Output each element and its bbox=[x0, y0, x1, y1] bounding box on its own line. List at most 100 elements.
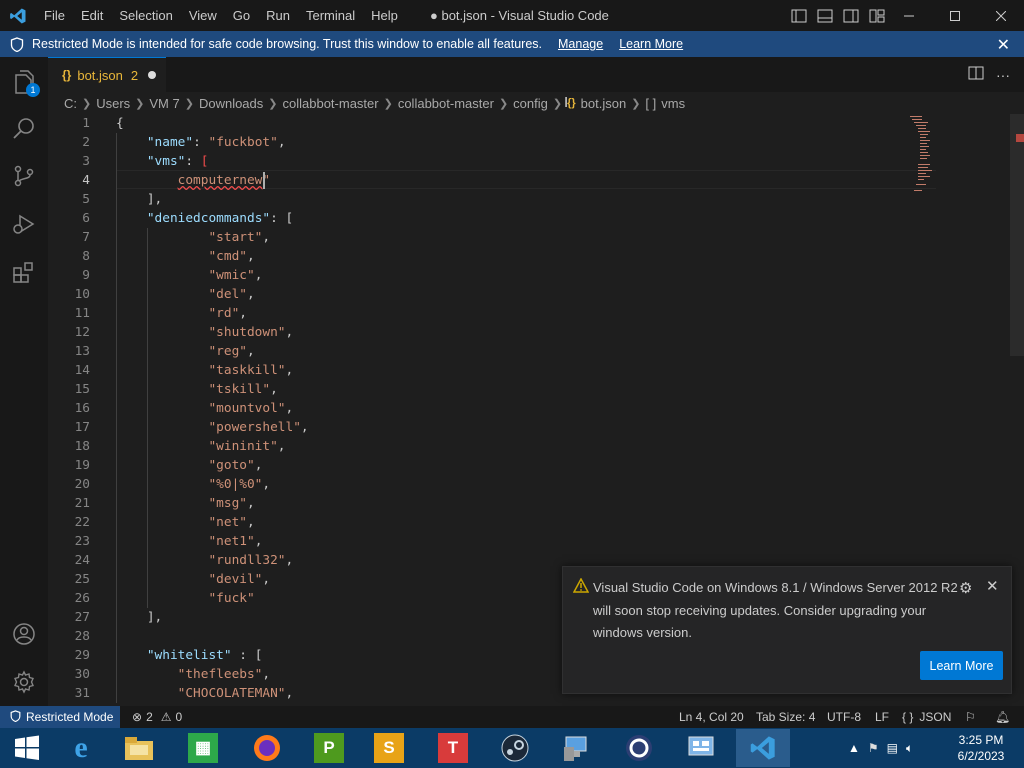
language-label: JSON bbox=[919, 710, 952, 724]
code-line: "name": "fuckbot", bbox=[116, 135, 286, 150]
breadcrumb-vm7[interactable]: VM 7 bbox=[149, 96, 179, 111]
punctuation: , bbox=[262, 230, 271, 245]
window-title: ● bot.json - Visual Studio Code bbox=[430, 8, 609, 23]
line-number: 7 bbox=[82, 230, 90, 245]
vscode-logo-icon bbox=[0, 0, 36, 31]
editor-tabs: {} bot.json 2 ··· bbox=[48, 57, 1024, 92]
todo-icon[interactable]: T bbox=[426, 729, 480, 767]
control-panel-icon[interactable] bbox=[674, 729, 728, 767]
volume-muted-icon[interactable]: 🔈︎ bbox=[906, 741, 913, 756]
menu-help[interactable]: Help bbox=[363, 0, 406, 31]
encoding[interactable]: UTF-8 bbox=[827, 706, 861, 728]
close-window-icon[interactable] bbox=[978, 0, 1024, 31]
internet-explorer-icon[interactable]: e bbox=[54, 729, 108, 767]
punctuation: , bbox=[246, 344, 255, 359]
line-number: 13 bbox=[74, 344, 90, 359]
notification-settings-icon[interactable]: ⚙ bbox=[959, 579, 972, 597]
learn-more-link[interactable]: Learn More bbox=[619, 37, 683, 51]
punctuation: , bbox=[246, 496, 255, 511]
run-debug-icon[interactable] bbox=[0, 201, 48, 247]
accounts-icon[interactable] bbox=[0, 611, 48, 657]
feedback-icon[interactable]: ⚐ bbox=[965, 706, 976, 728]
network-icon[interactable]: ▤ bbox=[887, 741, 898, 755]
action-center-flag-icon[interactable]: ⚑ bbox=[868, 741, 879, 755]
restricted-mode-status[interactable]: Restricted Mode bbox=[0, 706, 120, 728]
punctuation: ], bbox=[116, 610, 163, 625]
punctuation bbox=[116, 686, 178, 701]
publisher-icon[interactable]: P bbox=[302, 729, 356, 767]
error-icon: ⊗ bbox=[132, 710, 143, 724]
toggle-primary-sidebar-icon[interactable] bbox=[786, 9, 812, 23]
breadcrumb-collabbot[interactable]: collabbot-master bbox=[283, 96, 379, 111]
breadcrumb-downloads[interactable]: Downloads bbox=[199, 96, 263, 111]
problems-status[interactable]: ⊗ 2 ⚠ 0 bbox=[132, 706, 182, 728]
punctuation: , bbox=[254, 268, 263, 283]
explorer-badge: 1 bbox=[26, 83, 40, 97]
menu-view[interactable]: View bbox=[181, 0, 225, 31]
toggle-panel-icon[interactable] bbox=[812, 9, 838, 23]
tab-bot-json[interactable]: {} bot.json 2 bbox=[48, 57, 166, 92]
json-string: "wininit" bbox=[208, 439, 278, 454]
cursor-position[interactable]: Ln 4, Col 20 bbox=[679, 706, 744, 728]
menu-terminal[interactable]: Terminal bbox=[298, 0, 363, 31]
explorer-icon[interactable]: 1 bbox=[0, 59, 48, 105]
menu-selection[interactable]: Selection bbox=[111, 0, 180, 31]
punctuation: , bbox=[285, 325, 294, 340]
breadcrumb-config[interactable]: config bbox=[513, 96, 548, 111]
close-banner-icon[interactable]: ✕ bbox=[997, 35, 1010, 55]
source-control-icon[interactable] bbox=[0, 153, 48, 199]
json-string: "net" bbox=[208, 515, 247, 530]
notification-close-icon[interactable]: ✕ bbox=[986, 577, 999, 595]
remote-desktop-icon[interactable] bbox=[550, 729, 604, 767]
warning-icon bbox=[572, 577, 590, 596]
breadcrumb-users[interactable]: Users bbox=[96, 96, 130, 111]
breadcrumb-drive[interactable]: C: bbox=[64, 96, 77, 111]
clock[interactable]: 3:25 PM 6/2/2023 bbox=[948, 732, 1014, 764]
json-string: "fuck" bbox=[208, 591, 255, 606]
firefox-icon[interactable] bbox=[240, 729, 294, 767]
search-icon[interactable] bbox=[0, 105, 48, 151]
toggle-secondary-sidebar-icon[interactable] bbox=[838, 9, 864, 23]
learn-more-button[interactable]: Learn More bbox=[920, 651, 1003, 680]
unsaved-dot-icon[interactable] bbox=[148, 71, 157, 79]
menu-go[interactable]: Go bbox=[225, 0, 258, 31]
menu-run[interactable]: Run bbox=[258, 0, 298, 31]
store-icon[interactable]: ▦ bbox=[176, 729, 230, 767]
cinema4d-icon[interactable] bbox=[612, 729, 666, 767]
json-key: "deniedcommands" bbox=[146, 211, 271, 226]
steam-icon[interactable] bbox=[488, 729, 542, 767]
vscode-taskbar-icon[interactable] bbox=[736, 729, 790, 767]
notifications-bell-icon[interactable]: 🔔︎ bbox=[995, 706, 1010, 728]
language-mode[interactable]: { } JSON bbox=[902, 706, 951, 728]
menu-edit[interactable]: Edit bbox=[73, 0, 111, 31]
restricted-mode-label: Restricted Mode bbox=[26, 710, 114, 724]
breadcrumb-collabbot-inner[interactable]: collabbot-master bbox=[398, 96, 494, 111]
minimap[interactable] bbox=[908, 114, 932, 204]
json-key: "whitelist" bbox=[146, 648, 232, 663]
more-actions-icon[interactable]: ··· bbox=[996, 67, 1010, 83]
vertical-scrollbar[interactable] bbox=[1010, 114, 1024, 356]
maximize-icon[interactable] bbox=[932, 0, 978, 31]
manage-gear-icon[interactable] bbox=[0, 659, 48, 705]
punctuation: , bbox=[254, 458, 263, 473]
tab-size[interactable]: Tab Size: 4 bbox=[756, 706, 815, 728]
breadcrumb: C: ❯ Users ❯ VM 7 ❯ Downloads ❯ collabbot-ma… bbox=[48, 92, 1024, 114]
file-explorer-icon[interactable] bbox=[112, 729, 166, 767]
code-line: ], bbox=[116, 192, 162, 207]
punctuation bbox=[116, 515, 208, 530]
clock-time: 3:25 PM bbox=[958, 733, 1004, 747]
sway-icon[interactable]: S bbox=[362, 729, 416, 767]
show-hidden-icons-icon[interactable]: ▲ bbox=[848, 741, 860, 755]
menu-file[interactable]: File bbox=[36, 0, 73, 31]
punctuation bbox=[116, 667, 178, 682]
extensions-icon[interactable] bbox=[0, 249, 48, 295]
start-button-icon[interactable] bbox=[0, 729, 54, 767]
punctuation bbox=[116, 553, 208, 568]
line-ending[interactable]: LF bbox=[875, 706, 889, 728]
split-editor-icon[interactable] bbox=[968, 66, 984, 83]
manage-link[interactable]: Manage bbox=[558, 37, 603, 51]
minimize-icon[interactable] bbox=[886, 0, 932, 31]
breadcrumb-symbol[interactable]: vms bbox=[661, 96, 685, 111]
breadcrumb-file[interactable]: bot.json bbox=[581, 96, 627, 111]
punctuation: , bbox=[262, 572, 271, 587]
